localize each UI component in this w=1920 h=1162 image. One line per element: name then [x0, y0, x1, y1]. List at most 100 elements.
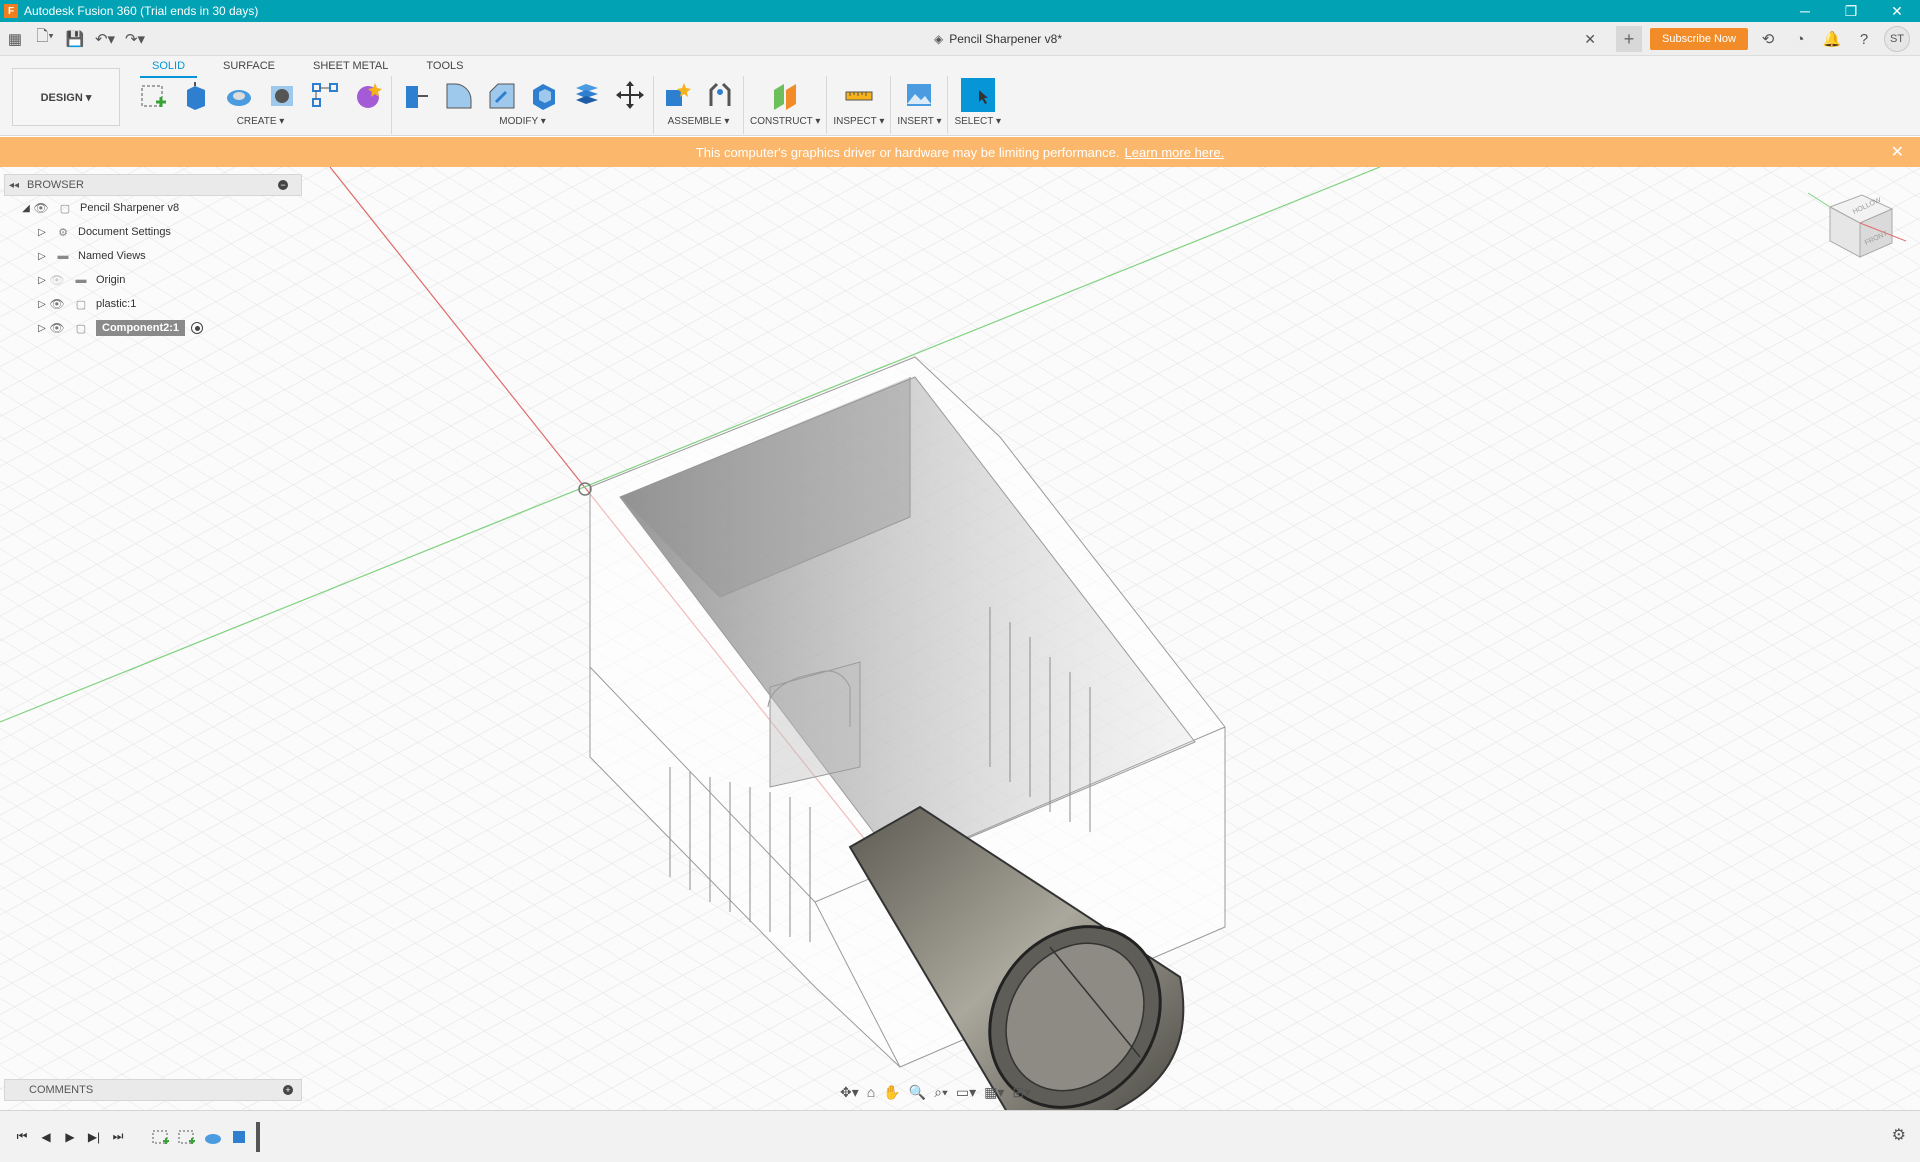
visibility-eye-icon[interactable]: 👁	[48, 321, 66, 335]
look-at-icon[interactable]: ⌂	[867, 1084, 875, 1100]
toolbar-ribbon: SOLID SURFACE SHEET METAL TOOLS DESIGN ▾…	[0, 56, 1920, 136]
go-to-end-icon[interactable]: ⏭	[106, 1125, 130, 1149]
create-menu-label[interactable]: CREATE ▾	[237, 116, 285, 127]
create-form-icon[interactable]	[351, 78, 385, 112]
workspace-switcher-button[interactable]: DESIGN ▾	[12, 68, 120, 126]
assemble-menu-label[interactable]: ASSEMBLE ▾	[668, 116, 730, 127]
grid-settings-icon[interactable]: ▦▾	[984, 1084, 1004, 1101]
expand-triangle-icon[interactable]: ▷	[36, 323, 48, 334]
revolve-icon[interactable]	[222, 78, 256, 112]
insert-image-icon[interactable]	[902, 78, 936, 112]
visibility-eye-icon[interactable]: 👁	[48, 297, 66, 311]
notifications-bell-icon[interactable]: 🔔	[1820, 27, 1844, 51]
browser-minimize-icon[interactable]: −	[278, 180, 288, 190]
move-copy-icon[interactable]	[613, 78, 647, 112]
comments-panel: COMMENTS +	[4, 1079, 302, 1101]
new-tab-plus-icon[interactable]: +	[1616, 26, 1643, 52]
tab-solid[interactable]: SOLID	[140, 58, 198, 78]
select-cursor-icon[interactable]	[960, 78, 995, 112]
user-avatar[interactable]: ST	[1884, 26, 1910, 52]
pattern-icon[interactable]	[308, 78, 342, 112]
visibility-eye-icon[interactable]: 👁	[32, 201, 50, 215]
measure-icon[interactable]	[842, 78, 876, 112]
restore-icon[interactable]: ❐	[1828, 0, 1874, 22]
learn-more-link[interactable]: Learn more here.	[1124, 145, 1224, 160]
job-status-icon[interactable]: ◔	[1788, 27, 1812, 51]
visibility-eye-icon[interactable]: 👁	[48, 273, 66, 287]
expand-triangle-icon[interactable]: ▷	[36, 251, 48, 262]
orbit-icon[interactable]: ✥▾	[840, 1084, 859, 1101]
timeline-extrude-icon[interactable]	[228, 1126, 250, 1148]
expand-triangle-icon[interactable]: ▷	[36, 227, 48, 238]
tree-item-plastic[interactable]: ▷ 👁 ▢ plastic:1	[4, 292, 302, 316]
pan-hand-icon[interactable]: ✋	[883, 1084, 900, 1101]
timeline-sketch-icon[interactable]	[150, 1126, 172, 1148]
data-panel-grid-icon[interactable]: ▦	[0, 26, 30, 52]
press-pull-icon[interactable]	[398, 78, 432, 112]
fillet-icon[interactable]	[441, 78, 475, 112]
close-tab-icon[interactable]: ✕	[1584, 31, 1596, 48]
shell-icon[interactable]	[527, 78, 561, 112]
viewports-icon[interactable]: ⊞▾	[1012, 1084, 1031, 1101]
hole-icon[interactable]	[265, 78, 299, 112]
3d-viewport[interactable]: ◂◂ BROWSER − ◢ 👁 ▢ Pencil Sharpener v8 ▷…	[0, 167, 1920, 1110]
activate-component-radio[interactable]	[191, 322, 203, 334]
timeline-revolve-icon[interactable]	[202, 1126, 224, 1148]
timeline-sketch-icon[interactable]	[176, 1126, 198, 1148]
inspect-menu-label[interactable]: INSPECT ▾	[833, 116, 884, 127]
tree-item-document-settings[interactable]: ▷ ⚙ Document Settings	[4, 220, 302, 244]
expand-triangle-icon[interactable]: ▷	[36, 299, 48, 310]
save-icon[interactable]: 💾	[60, 26, 90, 52]
tree-item-named-views[interactable]: ▷ ▬ Named Views	[4, 244, 302, 268]
play-icon[interactable]: ▶	[58, 1125, 82, 1149]
undo-icon[interactable]: ↶▾	[90, 26, 120, 52]
document-tab[interactable]: ◈ Pencil Sharpener v8* ✕	[400, 26, 1596, 52]
close-window-icon[interactable]: ✕	[1874, 0, 1920, 22]
tree-item-label: Pencil Sharpener v8	[80, 202, 180, 214]
tree-item-label: Component2:1	[96, 320, 185, 336]
tree-item-label: Named Views	[78, 250, 146, 262]
subscribe-button[interactable]: Subscribe Now	[1650, 28, 1748, 50]
select-menu-label[interactable]: SELECT ▾	[954, 116, 1001, 127]
fit-icon[interactable]: ⌕▾	[934, 1084, 948, 1101]
expand-triangle-icon[interactable]: ▷	[36, 275, 48, 286]
modify-menu-label[interactable]: MODIFY ▾	[499, 116, 546, 127]
extensions-icon[interactable]: ⟲	[1756, 27, 1780, 51]
browser-tree: ◢ 👁 ▢ Pencil Sharpener v8 ▷ ⚙ Document S…	[4, 196, 302, 340]
tree-item-origin[interactable]: ▷ 👁 ▬ Origin	[4, 268, 302, 292]
help-icon[interactable]: ?	[1852, 27, 1876, 51]
folder-icon: ▬	[57, 250, 69, 262]
tab-tools[interactable]: TOOLS	[414, 58, 475, 78]
step-forward-icon[interactable]: ▶|	[82, 1125, 106, 1149]
file-menu-icon[interactable]: 🗋▾	[30, 26, 60, 52]
tree-item-component2[interactable]: ▷ 👁 ▢ Component2:1	[4, 316, 302, 340]
timeline-marker[interactable]	[256, 1121, 260, 1152]
display-settings-icon[interactable]: ▭▾	[956, 1084, 976, 1101]
viewcube[interactable]: HOLLOW FRONT	[1800, 187, 1910, 267]
minimize-icon[interactable]: ─	[1782, 0, 1828, 22]
header-right-tools: + Subscribe Now ⟲ ◔ 🔔 ? ST	[1616, 22, 1920, 56]
timeline-settings-gear-icon[interactable]: ⚙	[1892, 1125, 1906, 1145]
collapse-browser-icon[interactable]: ◂◂	[9, 180, 19, 191]
go-to-start-icon[interactable]: ⏮	[10, 1125, 34, 1149]
extrude-icon[interactable]	[179, 78, 213, 112]
dismiss-warning-icon[interactable]: ✕	[1891, 142, 1904, 162]
step-back-icon[interactable]: ◀	[34, 1125, 58, 1149]
chamfer-icon[interactable]	[484, 78, 518, 112]
new-component-icon[interactable]	[660, 78, 694, 112]
zoom-icon[interactable]: 🔍	[909, 1084, 926, 1101]
combine-icon[interactable]	[570, 78, 604, 112]
redo-icon[interactable]: ↷▾	[120, 26, 150, 52]
construct-group: CONSTRUCT ▾	[744, 76, 828, 134]
comments-add-icon[interactable]: +	[283, 1085, 293, 1095]
tab-sheet-metal[interactable]: SHEET METAL	[301, 58, 400, 78]
construct-menu-label[interactable]: CONSTRUCT ▾	[750, 116, 820, 127]
expand-triangle-icon[interactable]: ◢	[20, 203, 32, 214]
gear-icon: ⚙	[58, 226, 68, 239]
create-sketch-icon[interactable]	[136, 78, 170, 112]
joint-icon[interactable]	[703, 78, 737, 112]
tab-surface[interactable]: SURFACE	[211, 58, 287, 78]
offset-plane-icon[interactable]	[768, 78, 802, 112]
insert-menu-label[interactable]: INSERT ▾	[897, 116, 941, 127]
tree-item-root[interactable]: ◢ 👁 ▢ Pencil Sharpener v8	[4, 196, 302, 220]
